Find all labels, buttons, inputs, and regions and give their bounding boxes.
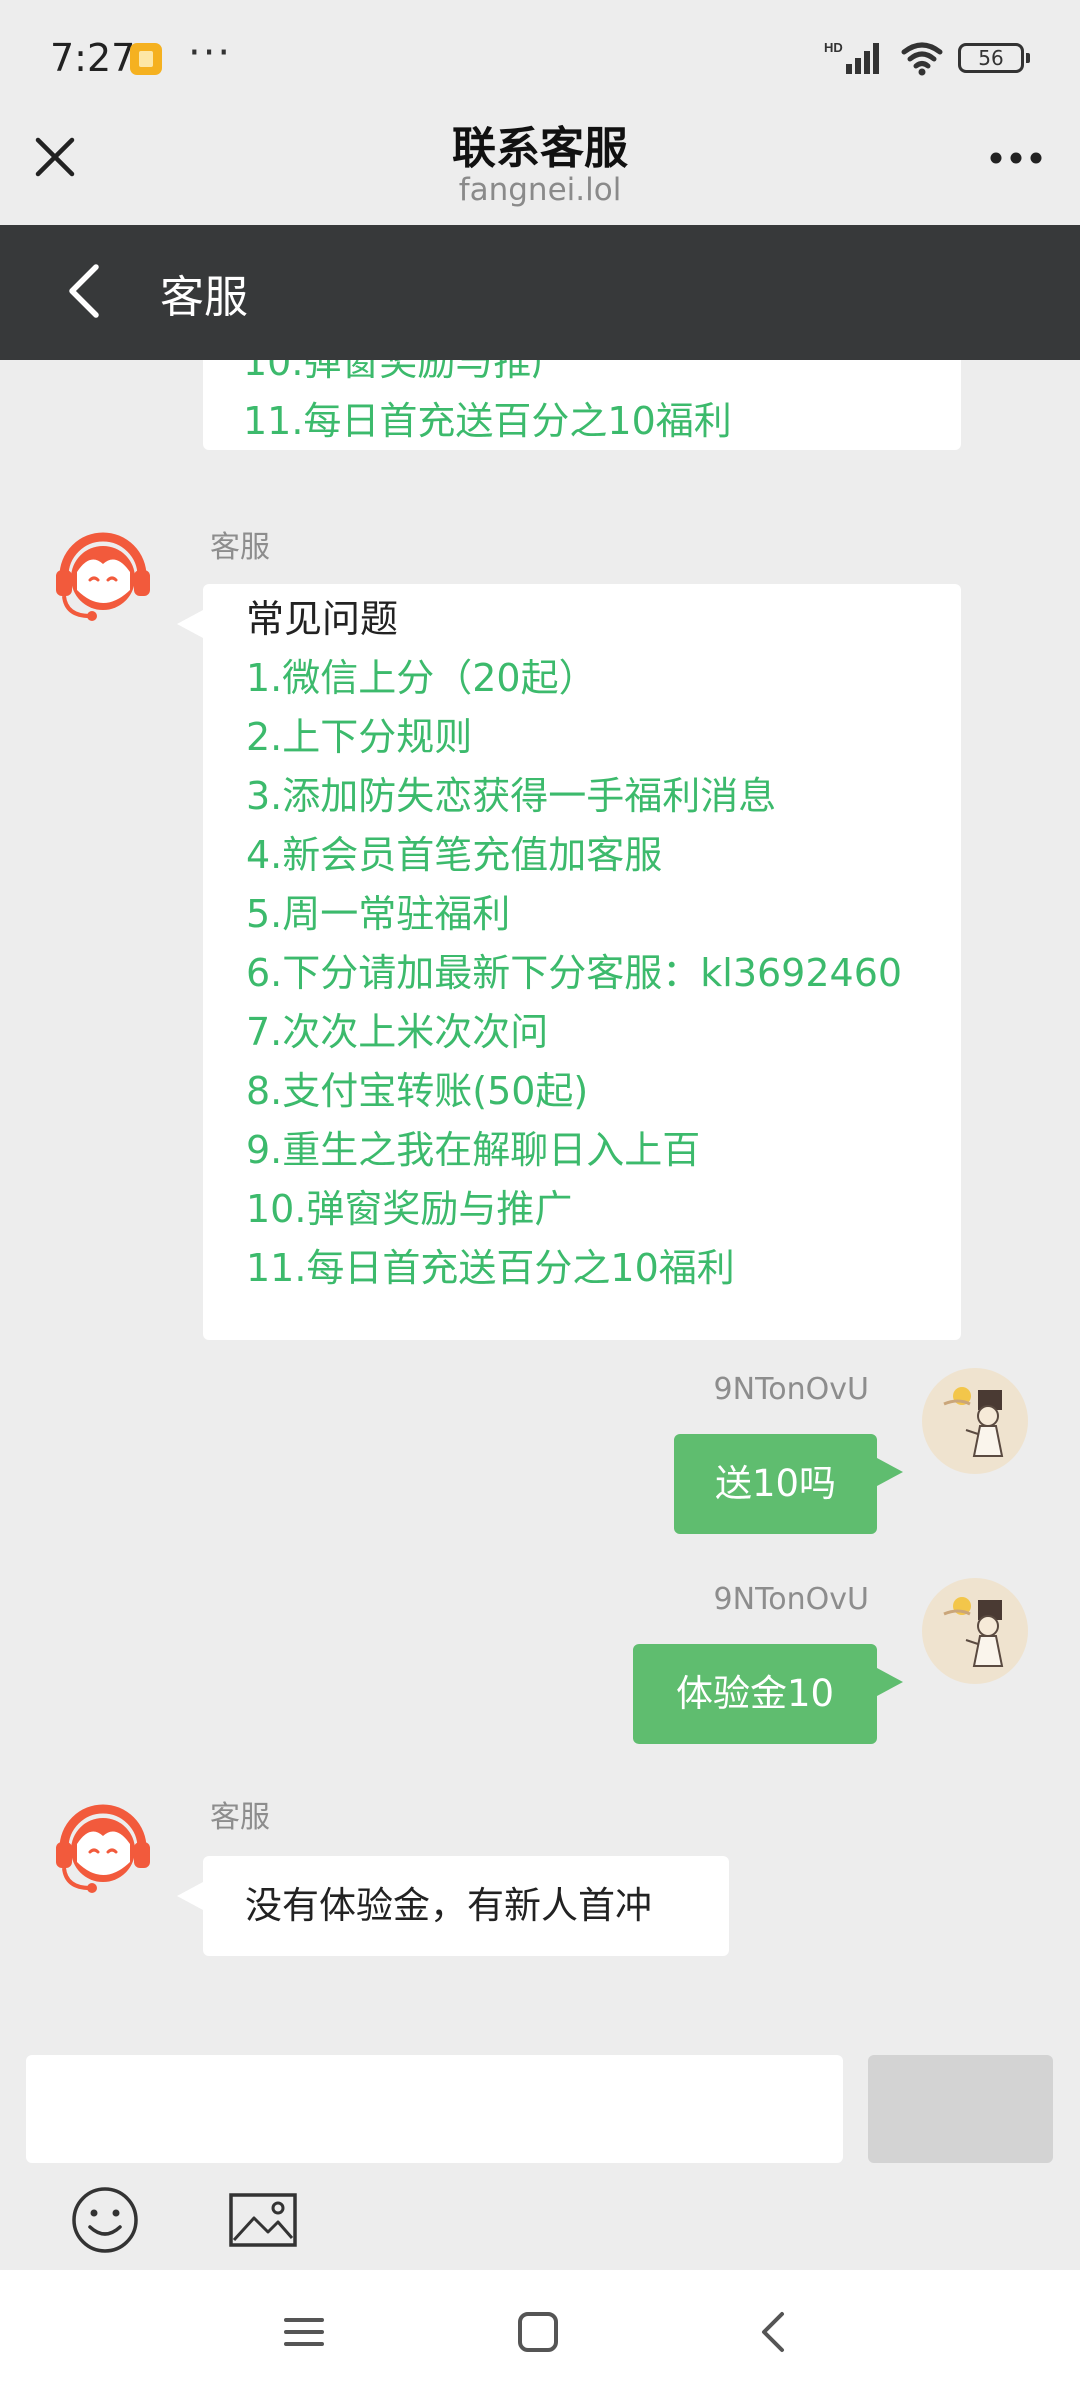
back-arrow-icon[interactable] xyxy=(58,261,118,321)
battery-icon: 56 xyxy=(958,43,1030,73)
send-button[interactable] xyxy=(868,2055,1053,2163)
faq-title: 常见问题 xyxy=(246,597,399,641)
sender-name: 9NTonOvU xyxy=(713,1372,869,1407)
chat-message-list[interactable]: 10.弹窗奖励与推广 11.每日首充送百分之10福利 客服 常见问题 1.微信上… xyxy=(0,360,1080,2040)
agent-avatar[interactable] xyxy=(50,1792,156,1898)
faq-link[interactable]: 3.添加防失恋获得一手福利消息 xyxy=(246,767,921,826)
status-icons: HD 56 xyxy=(824,38,1030,78)
notification-app-icon xyxy=(130,43,162,75)
image-icon[interactable] xyxy=(228,2192,298,2248)
message-input[interactable] xyxy=(26,2055,843,2163)
sender-name: 9NTonOvU xyxy=(713,1582,869,1617)
user-message-bubble: 送10吗 xyxy=(674,1434,903,1534)
faq-link[interactable]: 5.周一常驻福利 xyxy=(246,885,921,944)
chat-title: 客服 xyxy=(160,272,248,323)
input-bar xyxy=(0,2040,1080,2270)
menu-icon[interactable] xyxy=(282,2310,326,2354)
emoji-icon[interactable] xyxy=(70,2185,140,2255)
page-title: 联系客服 xyxy=(452,123,628,174)
faq-bubble-partial: 10.弹窗奖励与推广 11.每日首充送百分之10福利 xyxy=(203,360,961,450)
network-type-label: HD xyxy=(824,40,843,55)
faq-link[interactable]: 2.上下分规则 xyxy=(246,708,921,767)
sender-name: 客服 xyxy=(210,530,270,565)
faq-link[interactable]: 1.微信上分（20起） xyxy=(246,649,921,708)
status-more-notifications: ··· xyxy=(188,30,233,76)
signal-icon: HD xyxy=(824,40,879,74)
faq-link[interactable]: 11.每日首充送百分之10福利 xyxy=(246,1239,921,1298)
agent-avatar[interactable] xyxy=(50,520,156,626)
user-avatar[interactable] xyxy=(922,1368,1028,1474)
chat-header: 客服 xyxy=(0,225,1080,360)
faq-link[interactable]: 8.支付宝转账(50起) xyxy=(246,1062,921,1121)
system-navigation-bar xyxy=(0,2270,1080,2400)
webview-title-bar: 联系客服 fangnei.lol xyxy=(0,110,1080,225)
faq-link[interactable]: 4.新会员首笔充值加客服 xyxy=(246,826,921,885)
message-text: 没有体验金，有新人首冲 xyxy=(245,1884,652,1927)
message-text: 体验金10 xyxy=(675,1672,835,1715)
wifi-icon xyxy=(901,42,943,76)
faq-link[interactable]: 10.弹窗奖励与推广 xyxy=(243,360,921,392)
agent-message-bubble: 没有体验金，有新人首冲 xyxy=(177,1856,729,1956)
faq-bubble: 常见问题 1.微信上分（20起） 2.上下分规则 3.添加防失恋获得一手福利消息… xyxy=(177,584,961,1340)
message-text: 送10吗 xyxy=(714,1462,837,1505)
faq-link[interactable]: 7.次次上米次次问 xyxy=(246,1003,921,1062)
sender-name: 客服 xyxy=(210,1800,270,1835)
page-domain: fangnei.lol xyxy=(458,172,622,208)
faq-link[interactable]: 10.弹窗奖励与推广 xyxy=(246,1180,921,1239)
back-icon[interactable] xyxy=(752,2310,796,2354)
status-bar: 7:27 ··· HD 56 xyxy=(0,0,1080,110)
user-message-bubble: 体验金10 xyxy=(633,1644,903,1744)
faq-link[interactable]: 9.重生之我在解聊日入上百 xyxy=(246,1121,921,1180)
battery-level: 56 xyxy=(978,46,1004,70)
faq-link[interactable]: 6.下分请加最新下分客服：kl3692460 xyxy=(246,944,921,1003)
faq-link[interactable]: 11.每日首充送百分之10福利 xyxy=(243,392,921,451)
status-time: 7:27 xyxy=(50,36,136,80)
user-avatar[interactable] xyxy=(922,1578,1028,1684)
more-options-icon[interactable] xyxy=(988,150,1044,166)
home-icon[interactable] xyxy=(516,2310,560,2354)
